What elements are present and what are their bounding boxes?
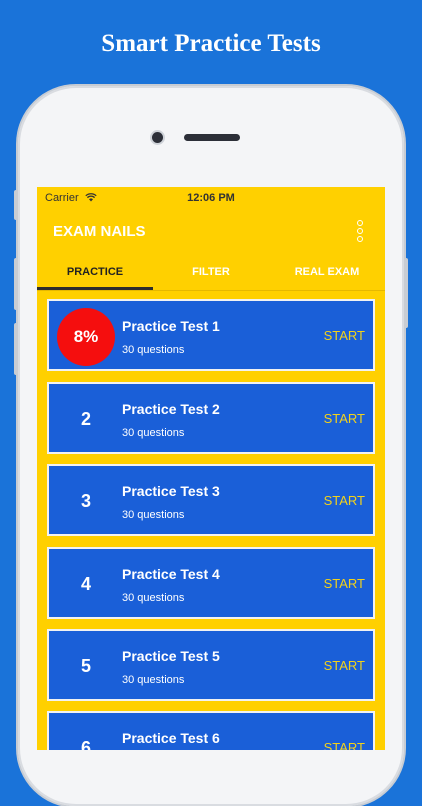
start-button[interactable]: START [324,411,365,426]
phone-volume-down [14,323,18,375]
question-count: 30 questions [122,344,185,356]
question-count: 30 questions [122,592,185,604]
test-number: 5 [80,656,91,676]
practice-test-card-1[interactable]: 8% Practice Test 1 30 questions START [47,299,375,371]
test-number: 6 [80,738,91,750]
test-number: 2 [80,409,91,429]
practice-test-card-4[interactable]: 4 Practice Test 4 30 questions START [47,547,375,619]
practice-test-card-5[interactable]: 5 Practice Test 5 30 questions START [47,629,375,701]
front-camera [152,132,163,143]
phone-power-button [404,258,408,328]
phone-mute-switch [14,190,18,220]
test-number: 4 [80,574,91,594]
test-title: Practice Test 6 [122,730,220,746]
tab-real-exam[interactable]: REAL EXAM [269,255,385,291]
app-title: EXAM NAILS [53,223,146,240]
earpiece-speaker [184,134,240,141]
status-time: 12:06 PM [187,192,235,204]
start-button[interactable]: START [324,493,365,508]
phone-volume-up [14,258,18,310]
promo-title: Smart Practice Tests [101,30,321,57]
tab-filter[interactable]: FILTER [153,255,269,291]
test-title: Practice Test 4 [122,566,220,582]
start-button[interactable]: START [324,328,365,343]
practice-test-card-2[interactable]: 2 Practice Test 2 30 questions START [47,382,375,454]
question-count: 30 questions [122,509,185,521]
progress-badge: 8% [57,308,115,366]
tab-practice[interactable]: PRACTICE [37,255,153,291]
test-title: Practice Test 2 [122,401,220,417]
tab-bar: PRACTICE FILTER REAL EXAM [37,255,385,291]
practice-test-card-3[interactable]: 3 Practice Test 3 30 questions START [47,464,375,536]
overflow-menu-icon[interactable] [357,220,365,244]
status-bar: Carrier 12:06 PM [37,187,385,209]
test-title: Practice Test 5 [122,648,220,664]
question-count: 30 questions [122,427,185,439]
start-button[interactable]: START [324,658,365,673]
start-button[interactable]: START [324,576,365,591]
test-title: Practice Test 1 [122,318,220,334]
question-count: 30 questions [122,674,185,686]
test-number: 3 [80,491,91,511]
practice-test-card-6[interactable]: 6 Practice Test 6 START [47,711,375,750]
test-title: Practice Test 3 [122,483,220,499]
start-button[interactable]: START [324,740,365,750]
tab-divider [37,290,385,291]
app-screen: Carrier 12:06 PM EXAM NAILS PRACTICE FIL… [37,187,385,750]
